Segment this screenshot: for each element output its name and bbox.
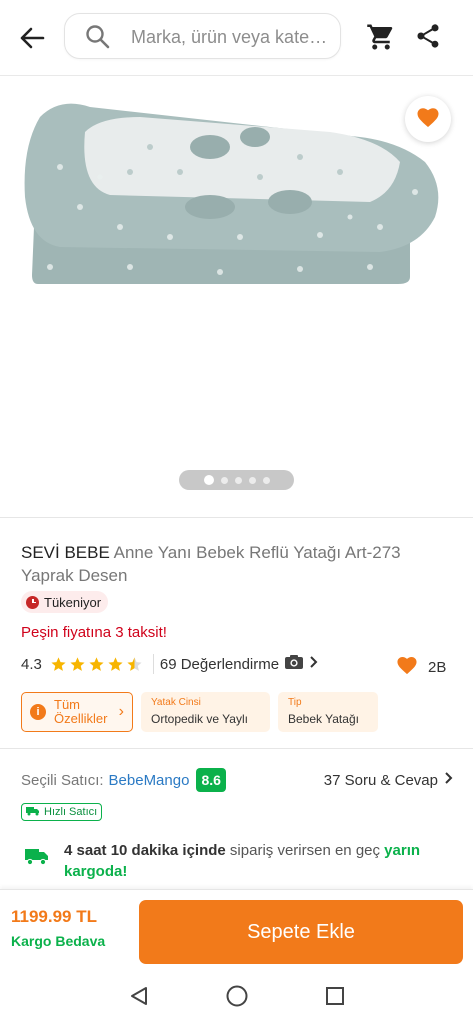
star-half-icon xyxy=(127,656,142,671)
pagination-dot[interactable] xyxy=(248,476,256,484)
rating-row: 4.3 69 Değerlendirme xyxy=(21,652,451,676)
star-icon xyxy=(89,656,104,671)
share-icon[interactable] xyxy=(414,22,444,52)
free-shipping-label: Kargo Bedava xyxy=(11,933,106,949)
feature-value: Ortopedik ve Yaylı xyxy=(151,712,248,726)
delivery-info: 4 saat 10 dakika içinde sipariş verirsen… xyxy=(24,840,454,882)
pagination-dot[interactable] xyxy=(220,476,228,484)
favorite-button[interactable] xyxy=(405,96,451,142)
feature-value: Bebek Yatağı xyxy=(288,712,359,726)
pagination-dot[interactable] xyxy=(234,476,242,484)
divider xyxy=(152,654,154,674)
back-arrow-icon[interactable] xyxy=(14,20,50,56)
nav-recents-icon[interactable] xyxy=(324,985,346,1012)
all-features-button[interactable]: i Tüm Özellikler › xyxy=(21,692,133,732)
system-navigation-bar xyxy=(0,973,473,1024)
product-image xyxy=(24,103,439,284)
camera-icon xyxy=(284,654,304,674)
search-placeholder: Marka, ürün veya kate… xyxy=(131,27,328,47)
all-features-label: Tüm Özellikler xyxy=(54,698,111,726)
info-icon: i xyxy=(30,704,46,720)
installments-text: Peşin fiyatına 3 taksit! xyxy=(21,624,167,641)
feature-key: Tip xyxy=(288,697,302,708)
feature-chip-mattress-type[interactable]: Yatak Cinsi Ortopedik ve Yaylı xyxy=(141,692,270,732)
clock-icon xyxy=(26,595,39,609)
qa-label: 37 Soru & Cevap xyxy=(323,771,438,789)
divider xyxy=(0,517,473,518)
chevron-right-icon xyxy=(444,771,453,789)
heart-icon xyxy=(396,655,418,679)
all-features-line2: Özellikler xyxy=(54,711,108,726)
fast-seller-label: Hızlı Satıcı xyxy=(44,806,98,818)
seller-label: Seçili Satıcı: xyxy=(21,771,104,789)
product-title: SEVİ BEBE Anne Yanı Bebek Reflü Yatağı A… xyxy=(21,541,451,587)
reviews-count: 69 Değerlendirme xyxy=(159,655,280,673)
chevron-right-icon xyxy=(309,655,318,673)
pagination-dot[interactable] xyxy=(262,476,270,484)
questions-answers-link[interactable]: 37 Soru & Cevap xyxy=(324,771,453,789)
price: 1199.99 TL xyxy=(11,907,98,926)
likes-count: 2B xyxy=(428,658,447,676)
delivery-text: 4 saat 10 dakika içinde sipariş verirsen… xyxy=(64,840,444,882)
divider xyxy=(0,748,473,749)
stock-badge-label: Tükeniyor xyxy=(44,594,102,610)
bottom-action-bar: 1199.99 TL Kargo Bedava Sepete Ekle xyxy=(0,889,473,973)
search-icon xyxy=(85,24,111,55)
delivery-time: 4 saat 10 dakika içinde xyxy=(64,842,226,859)
top-app-bar: Marka, ürün veya kate… xyxy=(0,0,473,76)
star-icon xyxy=(108,656,123,671)
gallery-pagination xyxy=(179,470,294,490)
feature-chip-type[interactable]: Tip Bebek Yatağı xyxy=(278,692,378,732)
rating-value: 4.3 xyxy=(21,655,42,673)
feature-key: Yatak Cinsi xyxy=(151,697,201,708)
fast-truck-icon xyxy=(26,805,40,819)
rating-stars xyxy=(50,656,143,673)
stock-badge: Tükeniyor xyxy=(21,591,109,613)
cart-icon[interactable] xyxy=(366,22,396,52)
reviews-link[interactable]: 69 Değerlendirme xyxy=(160,654,318,674)
delivery-middle: sipariş verirsen en geç xyxy=(225,842,385,859)
all-features-line1: Tüm xyxy=(54,697,80,712)
search-input[interactable]: Marka, ürün veya kate… xyxy=(64,13,341,59)
nav-home-icon[interactable] xyxy=(225,984,249,1013)
seller-name-link[interactable]: BebeMango xyxy=(109,772,190,789)
star-icon xyxy=(70,656,85,671)
product-image-gallery[interactable] xyxy=(0,77,473,517)
delivery-truck-icon xyxy=(24,846,50,882)
seller-score-badge: 8.6 xyxy=(196,768,226,792)
likes-count-button[interactable]: 2B xyxy=(396,655,446,679)
nav-back-icon[interactable] xyxy=(128,985,150,1012)
heart-icon xyxy=(416,106,440,133)
chevron-right-icon: › xyxy=(118,703,124,720)
star-icon xyxy=(51,656,66,671)
add-to-cart-button[interactable]: Sepete Ekle xyxy=(139,900,463,964)
pagination-dot-active[interactable] xyxy=(203,475,214,485)
fast-seller-badge: Hızlı Satıcı xyxy=(21,803,103,821)
feature-chips: i Tüm Özellikler › Yatak Cinsi Ortopedik… xyxy=(21,692,378,734)
product-brand[interactable]: SEVİ BEBE xyxy=(21,543,110,562)
seller-row: Seçili Satıcı: BebeMango 8.6 37 Soru & C… xyxy=(21,766,453,794)
